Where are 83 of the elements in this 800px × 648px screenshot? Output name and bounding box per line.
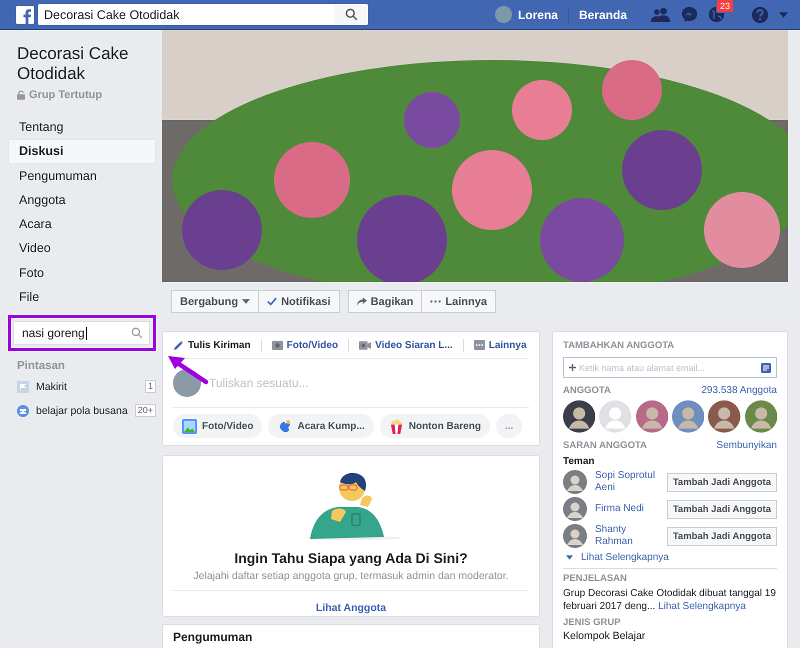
more-icon [430, 300, 442, 303]
nav-item[interactable]: Tentang [8, 115, 156, 140]
nav-item[interactable]: File [8, 285, 156, 310]
home-link[interactable]: Beranda [578, 8, 627, 22]
search-icon[interactable] [344, 8, 358, 21]
friends-icon[interactable] [651, 6, 671, 23]
see-members-link[interactable]: Lihat Anggota [316, 602, 386, 614]
section-title: PENJELASAN [563, 573, 628, 584]
person-avatar [563, 470, 587, 494]
section-title: ANGGOTA [563, 385, 611, 396]
composer-chip[interactable]: Acara Kump... [268, 414, 374, 438]
avatar-icon [494, 6, 512, 23]
person-avatar [563, 524, 587, 548]
group-icon [17, 404, 29, 417]
nav-item[interactable]: Foto [8, 260, 156, 286]
nav-item[interactable]: Acara [8, 212, 156, 236]
privacy-label: Grup Tertutup [29, 89, 102, 101]
composer-tab[interactable]: Foto/Video [272, 340, 338, 350]
image-icon [182, 418, 197, 434]
person-name-link[interactable]: Shanty Rahman [595, 524, 659, 548]
see-more-link[interactable]: Lihat Selengkapnya [658, 601, 746, 612]
caret-icon [566, 555, 573, 560]
profile-link[interactable]: Lorena [494, 6, 558, 23]
add-member-button[interactable]: Tambah Jadi Anggota [666, 500, 777, 518]
card-title: Ingin Tahu Siapa yang Ada Di Sini? [234, 550, 468, 566]
group-name: Decorasi Cake Otodidak [17, 44, 130, 84]
member-avatar[interactable] [708, 400, 741, 433]
composer-tab[interactable]: Video Siaran L... [359, 340, 453, 350]
logo-icon[interactable] [16, 6, 34, 24]
members-count-link[interactable]: 293.538 Anggota [701, 385, 777, 396]
count-badge: 1 [144, 380, 156, 394]
pencil-icon [173, 340, 184, 350]
action-button[interactable]: Lainnya [422, 290, 496, 313]
add-member-button[interactable]: Tambah Jadi Anggota [666, 526, 777, 546]
notification-badge: 23 [716, 0, 734, 13]
nav-item[interactable]: Diskusi [8, 139, 156, 164]
group-type: Kelompok Belajar [563, 630, 646, 642]
member-avatar[interactable] [563, 400, 596, 433]
card-subtitle: Jelajahi daftar setiap anggota grup, termasuk admin dan moderator. [193, 570, 509, 582]
help-icon[interactable] [751, 6, 769, 24]
camera-icon [272, 340, 283, 350]
composer-chip[interactable]: Foto/Video [173, 414, 262, 438]
plus-icon [569, 364, 576, 371]
caret-icon [242, 299, 250, 304]
caret-icon[interactable] [779, 12, 788, 18]
search-field[interactable]: nasi goreng [13, 321, 150, 346]
section-title: SARAN ANGGOTA [563, 440, 647, 451]
flag-icon [17, 380, 29, 393]
section-title: JENIS GRUP [563, 617, 622, 628]
person-name-link[interactable]: Firma Nedi [595, 503, 659, 515]
add-member-button[interactable]: Tambah Jadi Anggota [666, 472, 777, 492]
count-badge: 20+ [134, 404, 156, 418]
action-button[interactable]: Notifikasi [259, 290, 340, 313]
video-camera-icon [359, 340, 372, 350]
lock-icon [17, 90, 25, 100]
composer-tab[interactable]: Tulis Kiriman [173, 340, 251, 350]
section-title: Pintasan [17, 360, 66, 372]
action-button[interactable]: Bagikan [348, 290, 422, 313]
person-name-link[interactable]: Sopi Soprotul Aeni [595, 470, 659, 494]
section-title: TAMBAHKAN ANGGOTA [563, 340, 676, 351]
messenger-icon[interactable] [681, 6, 698, 23]
popcorn-icon [388, 418, 404, 434]
nav-item[interactable]: Video [8, 236, 156, 261]
nav-item[interactable]: Anggota [8, 188, 156, 212]
card-title: Pengumuman [173, 630, 252, 644]
nav-item[interactable]: Pengumuman [8, 164, 156, 188]
composer-chip[interactable]: Nonton Bareng [380, 414, 490, 438]
shortcut-item[interactable]: Makirit 1 [17, 377, 156, 396]
group-description: Grup Decorasi Cake Otodidak dibuat tanggal 19 februari 2017 deng... Lihat Selengkapnya [563, 587, 777, 613]
check-icon [267, 297, 278, 306]
more-icon [474, 340, 485, 350]
contact-list-icon[interactable] [761, 362, 771, 372]
hide-link[interactable]: Sembunyikan [716, 440, 777, 451]
share-icon [356, 297, 367, 306]
annotation-arrow [166, 353, 210, 385]
composer-tab[interactable]: Lainnya [474, 340, 527, 350]
action-button[interactable]: Bergabung [171, 290, 260, 313]
search-field[interactable]: Decorasi Cake Otodidak [38, 4, 368, 25]
see-more-link[interactable]: Lihat Selengkapnya [581, 552, 669, 563]
subsection-title: Teman [563, 456, 596, 467]
shortcut-item[interactable]: belajar pola busana 20+ [17, 401, 156, 420]
person-avatar [563, 497, 587, 521]
avatar-icon [173, 369, 201, 397]
